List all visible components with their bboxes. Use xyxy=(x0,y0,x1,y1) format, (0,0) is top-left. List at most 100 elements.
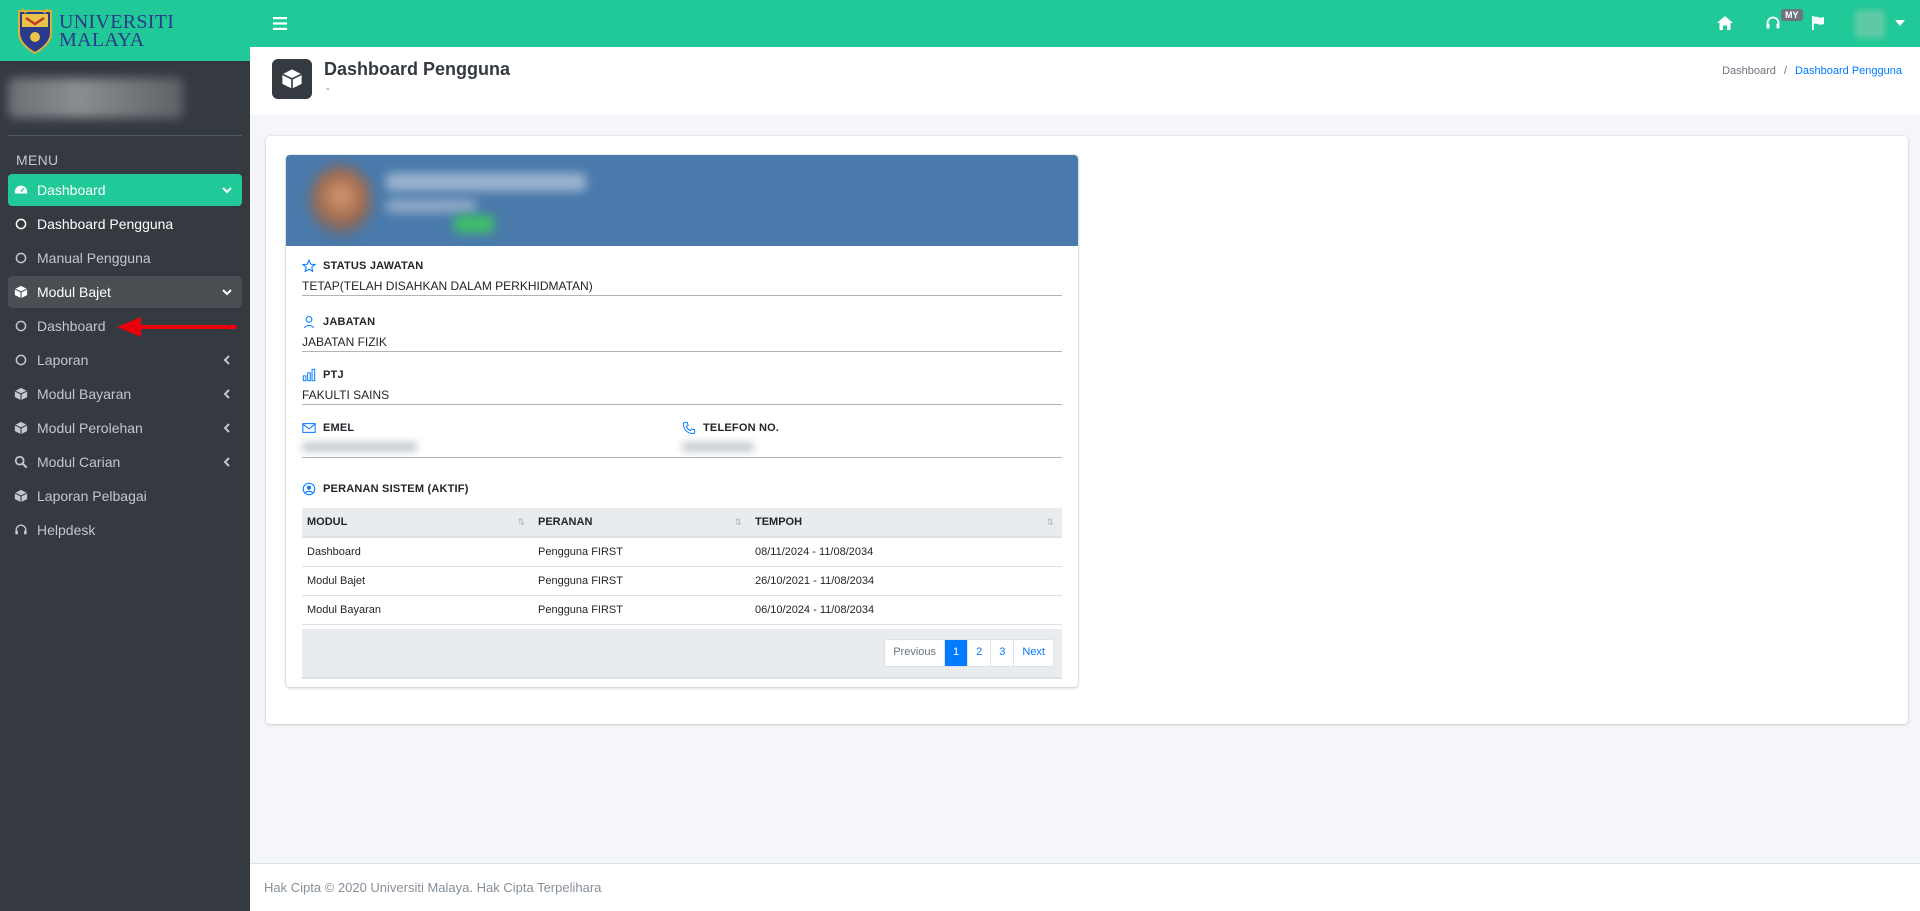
table-row: Modul Bajet Pengguna FIRST 26/10/2021 - … xyxy=(302,566,1062,596)
sort-icon: ⇅ xyxy=(1046,517,1054,527)
status-jawatan-field: STATUS JAWATAN TETAP(TELAH DISAHKAN DALA… xyxy=(302,259,1062,296)
profile-badge-redacted xyxy=(454,215,494,233)
cell-tempoh: 26/10/2021 - 11/08/2034 xyxy=(750,566,1062,596)
menu-icon[interactable] xyxy=(270,13,290,33)
sidebar-item-label: Manual Pengguna xyxy=(37,250,151,266)
ptj-value: FAKULTI SAINS xyxy=(302,388,1062,405)
sidebar-nav: Dashboard Dashboard Pengguna Manual Peng… xyxy=(0,174,250,546)
brand-line-2: MALAYA xyxy=(59,28,145,51)
sidebar-item-label: Laporan Pelbagai xyxy=(37,488,147,504)
sidebar-item-label: Modul Bajet xyxy=(37,284,111,300)
circle-icon xyxy=(12,215,30,233)
search-icon xyxy=(12,453,30,471)
profile-photo-redacted xyxy=(310,165,372,235)
cell-tempoh: 08/11/2024 - 11/08/2034 xyxy=(750,537,1062,567)
ptj-label: PTJ xyxy=(323,369,344,381)
page-subtitle: - xyxy=(326,83,330,95)
sidebar-item-label: Modul Carian xyxy=(37,454,121,470)
tachometer-icon xyxy=(12,181,30,199)
profile-card: STATUS JAWATAN TETAP(TELAH DISAHKAN DALA… xyxy=(286,155,1078,687)
roles-table: MODUL ⇅ PERANAN ⇅ TEMPOH ⇅ Dashboard Penggu… xyxy=(302,508,1062,625)
chevron-left-icon xyxy=(223,355,230,365)
sidebar-item-modul-perolehan[interactable]: Modul Perolehan xyxy=(8,412,242,444)
column-header-tempoh[interactable]: TEMPOH ⇅ xyxy=(750,508,1062,538)
sidebar-item-modul-bajet[interactable]: Modul Bajet xyxy=(8,276,242,308)
pagination-previous[interactable]: Previous xyxy=(885,640,945,666)
pagination: Previous 1 2 3 Next xyxy=(884,639,1054,667)
page-footer: Hak Cipta © 2020 Universiti Malaya. Hak … xyxy=(250,863,1920,911)
cell-peranan: Pengguna FIRST xyxy=(533,566,750,596)
profile-header xyxy=(286,155,1078,246)
home-icon[interactable] xyxy=(1715,13,1735,33)
table-footer: Previous 1 2 3 Next xyxy=(302,629,1062,679)
sidebar-item-dashboard-pengguna[interactable]: Dashboard Pengguna xyxy=(8,208,242,240)
headset-icon[interactable] xyxy=(1763,13,1783,33)
sidebar-item-label: Modul Perolehan xyxy=(37,420,143,436)
page-title: Dashboard Pengguna xyxy=(324,59,511,79)
breadcrumb: Dashboard / Dashboard Pengguna xyxy=(1722,65,1902,77)
ptj-field: PTJ FAKULTI SAINS xyxy=(302,368,1062,405)
table-row: Dashboard Pengguna FIRST 08/11/2024 - 11… xyxy=(302,537,1062,567)
sidebar-item-label: Helpdesk xyxy=(37,522,96,538)
sidebar-item-manual-pengguna[interactable]: Manual Pengguna xyxy=(8,242,242,274)
pagination-page-2[interactable]: 2 xyxy=(968,640,992,666)
sidebar-item-label: Modul Bayaran xyxy=(37,386,132,402)
sidebar-item-laporan-pelbagai[interactable]: Laporan Pelbagai xyxy=(8,480,242,512)
jabatan-label: JABATAN xyxy=(323,316,376,328)
breadcrumb-item-current[interactable]: Dashboard Pengguna xyxy=(1795,65,1902,77)
chevron-left-icon xyxy=(223,457,230,467)
peranan-label: PERANAN SISTEM (AKTIF) xyxy=(323,483,469,495)
caret-down-icon[interactable] xyxy=(1890,13,1910,33)
user-pin-icon xyxy=(302,315,316,329)
sidebar-item-label: Dashboard Pengguna xyxy=(37,216,174,232)
sidebar-item-modul-carian[interactable]: Modul Carian xyxy=(8,446,242,478)
circle-icon xyxy=(12,351,30,369)
cube-icon xyxy=(12,283,30,301)
column-header-peranan[interactable]: PERANAN ⇅ xyxy=(533,508,750,538)
user-avatar[interactable] xyxy=(1855,10,1885,38)
status-jawatan-value: TETAP(TELAH DISAHKAN DALAM PERKHIDMATAN) xyxy=(302,279,1062,296)
column-header-modul[interactable]: MODUL ⇅ xyxy=(302,508,533,538)
brand-line-1: UNIVERSITI xyxy=(59,10,175,33)
sidebar-item-helpdesk[interactable]: Helpdesk xyxy=(8,514,242,546)
cube-icon xyxy=(272,59,312,99)
sidebar-item-label: Laporan xyxy=(37,352,89,368)
pagination-page-1[interactable]: 1 xyxy=(945,640,969,666)
sort-icon: ⇅ xyxy=(517,517,525,527)
cube-icon xyxy=(12,385,30,403)
sidebar-item-laporan[interactable]: Laporan xyxy=(8,344,242,376)
user-panel[interactable] xyxy=(8,61,242,136)
emel-value-redacted xyxy=(302,442,417,452)
user-circle-icon xyxy=(302,482,316,496)
sidebar-item-label: Dashboard xyxy=(37,182,106,198)
chevron-down-icon xyxy=(222,187,232,194)
telefon-label: TELEFON NO. xyxy=(703,422,780,434)
pagination-next[interactable]: Next xyxy=(1014,640,1053,666)
chevron-down-icon xyxy=(222,289,232,296)
breadcrumb-item-dashboard[interactable]: Dashboard xyxy=(1722,65,1776,77)
sidebar: UNIVERSITI MALAYA MENU Dashboard Dashboa… xyxy=(0,0,250,911)
cell-modul: Dashboard xyxy=(302,537,533,567)
status-jawatan-label: STATUS JAWATAN xyxy=(323,260,424,272)
table-header-row: MODUL ⇅ PERANAN ⇅ TEMPOH ⇅ xyxy=(302,508,1062,538)
language-badge: MY xyxy=(1781,9,1803,21)
content-header: Dashboard Pengguna - Dashboard / Dashboard… xyxy=(250,47,1920,115)
phone-icon xyxy=(682,421,696,435)
flag-icon[interactable] xyxy=(1808,13,1828,33)
sort-icon: ⇅ xyxy=(734,517,742,527)
cube-icon xyxy=(12,487,30,505)
profile-id-redacted xyxy=(386,199,476,213)
peranan-section: PERANAN SISTEM (AKTIF) xyxy=(302,482,1062,496)
annotation-arrow xyxy=(117,317,237,337)
contact-row: EMEL TELEFON NO. xyxy=(302,421,1062,458)
chevron-left-icon xyxy=(223,423,230,433)
pagination-page-3[interactable]: 3 xyxy=(991,640,1015,666)
circle-icon xyxy=(12,249,30,267)
profile-name-redacted xyxy=(386,173,586,191)
contact-values xyxy=(302,441,1062,458)
sidebar-item-modul-bayaran[interactable]: Modul Bayaran xyxy=(8,378,242,410)
brand-link[interactable]: UNIVERSITI MALAYA xyxy=(0,0,250,61)
sidebar-item-dashboard[interactable]: Dashboard xyxy=(8,174,242,206)
bar-chart-icon xyxy=(302,368,316,382)
cell-modul: Modul Bayaran xyxy=(302,595,533,625)
